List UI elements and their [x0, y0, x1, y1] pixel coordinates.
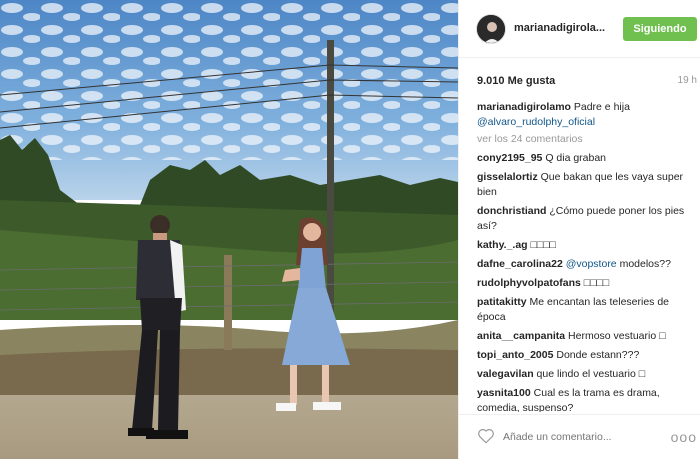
- post-author-username[interactable]: marianadigirola...: [514, 22, 605, 34]
- caption-text: Padre e hija: [573, 101, 630, 113]
- comment-item: kathy._.ag □□□□: [477, 238, 689, 253]
- comment-text: □□□□: [530, 239, 556, 251]
- avatar-photo-icon: [477, 15, 505, 43]
- comment-username[interactable]: donchristiand: [477, 205, 546, 217]
- comment-item: gisselalortiz Que bakan que les vaya sup…: [477, 170, 689, 200]
- comment-username[interactable]: yasnita100: [477, 387, 531, 399]
- comment-text: Q dia graban: [545, 152, 607, 164]
- comment-username[interactable]: dafne_carolina22: [477, 258, 563, 270]
- avatar[interactable]: [476, 14, 506, 44]
- caption-mention[interactable]: @alvaro_rudolphy_oficial: [477, 116, 595, 128]
- comment-item: topi_anto_2005 Donde estann???: [477, 348, 689, 363]
- post-photo[interactable]: [0, 0, 458, 459]
- comments-list[interactable]: marianadigirolamo Padre e hija @alvaro_r…: [459, 100, 700, 412]
- post-caption: marianadigirolamo Padre e hija @alvaro_r…: [477, 100, 689, 130]
- comment-mention[interactable]: @vopstore: [566, 258, 617, 270]
- view-all-comments-link[interactable]: ver los 24 comentarios: [477, 132, 689, 147]
- comment-item: donchristiand ¿Cómo puede poner los pies…: [477, 204, 689, 234]
- comment-username[interactable]: valegavilan: [477, 368, 534, 380]
- heart-icon[interactable]: [477, 427, 495, 445]
- comment-username[interactable]: kathy._.ag: [477, 239, 528, 251]
- add-comment-input[interactable]: [503, 427, 663, 447]
- comment-item: yasnita100 Cual es la trama es drama, co…: [477, 386, 689, 412]
- likes-count[interactable]: 9.010 Me gusta: [477, 75, 555, 87]
- comment-username[interactable]: cony2195_95: [477, 152, 542, 164]
- comment-item: patitakitty Me encantan las teleseries d…: [477, 295, 689, 325]
- post-meta: 9.010 Me gusta 19 h: [459, 58, 700, 94]
- comment-username[interactable]: anita__campanita: [477, 330, 565, 342]
- comment-text: Hermoso vestuario □: [568, 330, 666, 342]
- comment-username[interactable]: rudolphyvolpatofans: [477, 277, 581, 289]
- comment-item: rudolphyvolpatofans □□□□: [477, 276, 689, 291]
- post-timestamp[interactable]: 19 h: [678, 75, 697, 86]
- comment-username[interactable]: topi_anto_2005: [477, 349, 553, 361]
- comment-username[interactable]: gisselalortiz: [477, 171, 538, 183]
- comment-text: modelos??: [619, 258, 671, 270]
- comment-item: valegavilan que lindo el vestuario □: [477, 367, 689, 382]
- following-button[interactable]: Siguiendo: [623, 17, 697, 41]
- more-options-icon[interactable]: ooo: [671, 429, 697, 445]
- comment-bar: ooo: [459, 414, 700, 459]
- comment-item: anita__campanita Hermoso vestuario □: [477, 329, 689, 344]
- comment-item: cony2195_95 Q dia graban: [477, 151, 689, 166]
- post-sidebar: marianadigirola... Siguiendo 9.010 Me gu…: [458, 0, 700, 459]
- caption-username[interactable]: marianadigirolamo: [477, 101, 571, 113]
- comment-username[interactable]: patitakitty: [477, 296, 527, 308]
- comment-text: que lindo el vestuario □: [536, 368, 646, 380]
- comment-text: □□□□: [583, 277, 610, 289]
- comment-item: dafne_carolina22 @vopstore modelos??: [477, 257, 689, 272]
- post-header: marianadigirola... Siguiendo: [459, 0, 700, 58]
- comment-text: Donde estann???: [556, 349, 640, 361]
- photo-scene: [0, 0, 458, 459]
